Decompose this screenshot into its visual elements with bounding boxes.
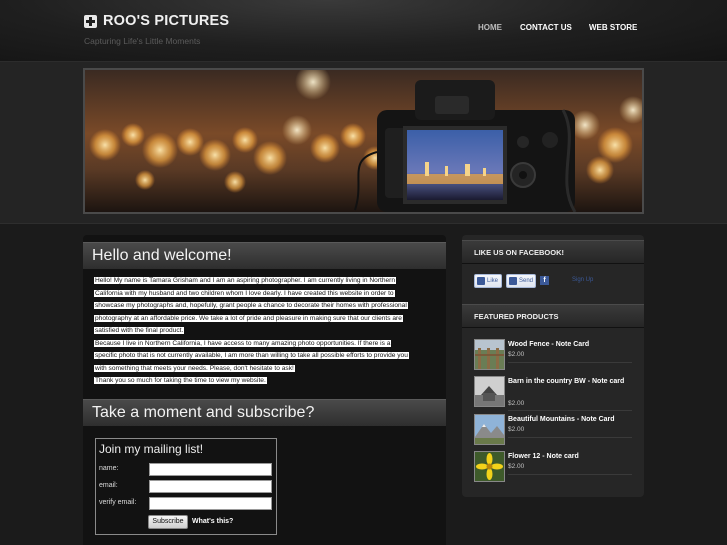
product-price: $2.00 [508,351,525,358]
product-thumbnail[interactable] [474,376,505,407]
product-price: $2.00 [508,463,525,470]
intro-text: Hello! My name is Tamara Grisham and I a… [94,275,436,388]
name-input[interactable] [149,463,272,476]
product-thumbnail[interactable] [474,451,505,482]
intro-line: photography at an affordable price. We t… [94,314,403,322]
facebook-like-button[interactable]: Like [474,274,502,288]
featured-products-title: FEATURED PRODUCTS [462,304,644,328]
subscribe-button[interactable]: Subscribe [148,515,188,529]
product-item[interactable]: Beautiful Mountains - Note Card $2.00 [474,414,632,450]
hero-banner-image [83,68,644,214]
site-tagline: Capturing Life's Little Moments [84,36,201,46]
mailing-list-title: Join my mailing list! [99,442,204,456]
name-label: name: [99,465,119,472]
intro-line: Hello! My name is Tamara Grisham and I a… [94,277,397,284]
nav-web-store-link[interactable]: WEB STORE [589,23,637,32]
plus-logo-icon[interactable] [84,15,97,28]
divider [508,410,632,411]
product-name[interactable]: Barn in the country BW - Note card [508,376,630,388]
facebook-widget-title: LIKE US ON FACEBOOK! [462,240,644,264]
product-thumbnail[interactable] [474,339,505,370]
welcome-heading: Hello and welcome! [83,242,446,269]
product-item[interactable]: Flower 12 - Note card $2.00 [474,451,632,487]
intro-line: Thank you so much for taking the time to… [94,377,267,384]
thumbs-up-icon [477,277,485,285]
product-price: $2.00 [508,400,525,407]
facebook-icon: f [540,276,549,285]
product-name[interactable]: Beautiful Mountains - Note Card [508,414,630,426]
site-header: ROO'S PICTURES Capturing Life's Little M… [0,0,727,62]
intro-line: with something that meets your needs. Pl… [94,364,295,372]
email-input[interactable] [149,480,272,493]
intro-line: satisfied with the final product. [94,327,185,334]
send-label: Send [519,278,534,284]
subscribe-heading: Take a moment and subscribe? [83,399,446,426]
envelope-icon [509,277,517,285]
product-item[interactable]: Barn in the country BW - Note card $2.00 [474,376,632,412]
divider [508,437,632,438]
whats-this-link[interactable]: What's this? [192,518,233,525]
product-item[interactable]: Wood Fence - Note Card $2.00 [474,339,632,375]
divider [508,362,632,363]
divider [508,474,632,475]
verify-email-input[interactable] [149,497,272,510]
intro-line: Because I live in Northern California, I… [94,339,392,347]
intro-line: showcase my photographs and, hopefully, … [94,302,408,309]
email-label: email: [99,482,118,489]
intro-line: California with my husband and two child… [94,289,395,297]
nav-home-link[interactable]: HOME [478,23,502,32]
product-price: $2.00 [508,426,525,433]
intro-line: specific photo that is not currently ava… [94,352,409,359]
facebook-signup-link[interactable]: Sign Up [572,277,593,283]
verify-email-label: verify email: [99,499,137,506]
product-name[interactable]: Flower 12 - Note card [508,451,630,463]
nav-contact-link[interactable]: CONTACT US [520,23,572,32]
product-thumbnail[interactable] [474,414,505,445]
product-name[interactable]: Wood Fence - Note Card [508,339,630,351]
facebook-send-button[interactable]: Send [506,274,536,288]
site-title[interactable]: ROO'S PICTURES [103,13,229,29]
like-label: Like [487,278,499,284]
